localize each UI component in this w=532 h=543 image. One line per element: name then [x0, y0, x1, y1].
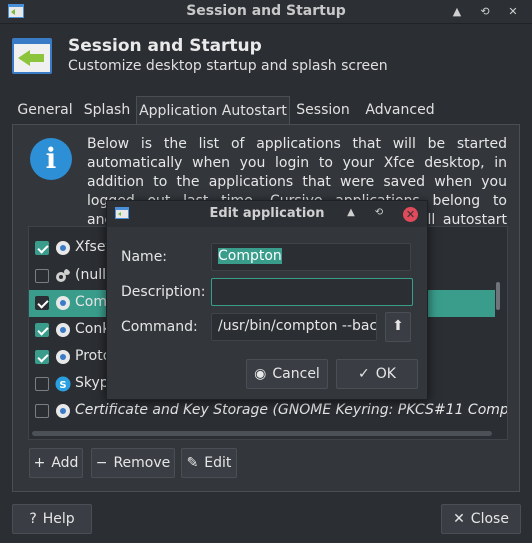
tab-session[interactable]: Session: [290, 96, 356, 124]
command-field[interactable]: /usr/bin/compton --backend glx: [211, 313, 377, 341]
checkbox[interactable]: [35, 269, 49, 283]
browse-button[interactable]: ⬆: [385, 312, 411, 342]
skype-icon: S: [55, 376, 71, 392]
minus-icon: −: [95, 455, 108, 471]
checkbox[interactable]: [35, 323, 49, 337]
cancel-icon: ◉: [254, 366, 267, 382]
window-titlebar: Session and Startup ▲ ⟲ ✕: [0, 0, 532, 24]
maximize-icon[interactable]: ⟲: [476, 3, 494, 21]
cancel-button[interactable]: ◉ Cancel: [246, 359, 328, 389]
description-label: Description:: [121, 284, 206, 300]
close-button[interactable]: ✕ Close: [441, 504, 521, 534]
tab-splash[interactable]: Splash: [78, 96, 136, 124]
gears-icon: [56, 269, 70, 282]
checkbox[interactable]: [35, 377, 49, 391]
header: Session and Startup Customize desktop st…: [0, 24, 532, 90]
dialog-minimize-icon[interactable]: ▲: [343, 205, 359, 221]
session-startup-icon: [12, 38, 52, 74]
plus-icon: +: [33, 455, 46, 471]
pencil-icon: ✎: [186, 455, 199, 471]
app-icon: [56, 350, 70, 364]
help-icon: ?: [29, 511, 37, 527]
name-label: Name:: [121, 249, 168, 265]
command-label: Command:: [121, 319, 198, 335]
app-icon: [56, 296, 70, 310]
list-item[interactable]: Certificate and Key Storage (GNOME Keyri…: [29, 398, 507, 425]
upload-icon: ⬆: [392, 318, 404, 334]
close-window-icon[interactable]: ✕: [504, 3, 522, 21]
checkbox[interactable]: [35, 296, 49, 310]
checkbox[interactable]: [35, 241, 49, 255]
tab-application-autostart[interactable]: Application Autostart: [136, 96, 290, 124]
name-field[interactable]: Compton: [211, 243, 411, 271]
description-field[interactable]: [211, 278, 413, 306]
tab-advanced[interactable]: Advanced: [356, 96, 444, 124]
svg-text:S: S: [59, 380, 66, 391]
header-subtitle: Customize desktop startup and splash scr…: [68, 58, 388, 74]
checkbox[interactable]: [35, 404, 49, 418]
dialog-close-icon[interactable]: ✕: [403, 207, 418, 222]
dialog-maximize-icon[interactable]: ⟲: [371, 205, 387, 221]
help-button[interactable]: ? Help: [12, 504, 92, 534]
add-button[interactable]: + Add: [29, 448, 83, 478]
app-icon: [56, 323, 70, 337]
app-icon: [56, 404, 70, 418]
close-icon: ✕: [453, 511, 465, 527]
check-icon: ✓: [358, 366, 370, 382]
info-icon: i: [30, 138, 72, 180]
vertical-scrollbar[interactable]: [496, 282, 500, 310]
horizontal-scrollbar[interactable]: [32, 431, 492, 436]
minimize-icon[interactable]: ▲: [448, 3, 466, 21]
header-title: Session and Startup: [68, 36, 262, 56]
edit-application-dialog: Edit application ▲ ⟲ ✕ Name: Compton Des…: [106, 200, 428, 400]
ok-button[interactable]: ✓ OK: [336, 359, 418, 389]
dialog-titlebar: Edit application ▲ ⟲ ✕: [107, 201, 427, 227]
edit-button[interactable]: ✎ Edit: [181, 448, 237, 478]
tab-general[interactable]: General: [12, 96, 78, 124]
checkbox[interactable]: [35, 350, 49, 364]
remove-button[interactable]: − Remove: [91, 448, 175, 478]
gear-icon: [56, 241, 70, 255]
